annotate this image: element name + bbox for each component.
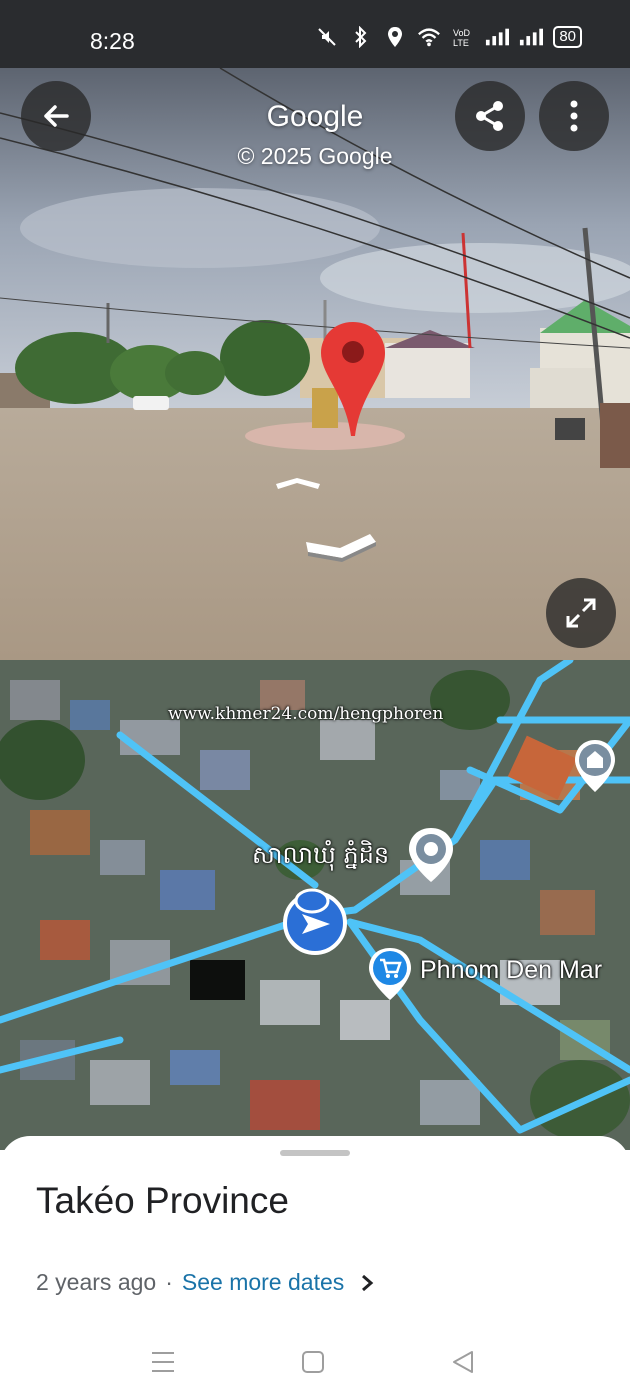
capture-age: 2 years ago xyxy=(36,1269,157,1295)
temple-marker-icon[interactable] xyxy=(572,738,618,794)
see-more-dates-link[interactable]: See more dates xyxy=(182,1269,344,1296)
wifi-icon xyxy=(417,26,441,48)
chevron-right-icon[interactable] xyxy=(360,1273,374,1293)
place-title: Takéo Province xyxy=(36,1180,289,1221)
capture-date-row: 2 years ago · See more dates xyxy=(36,1269,374,1296)
system-nav-bar xyxy=(0,1336,630,1400)
location-pin-icon xyxy=(321,322,385,436)
home-square-icon[interactable] xyxy=(301,1350,325,1374)
place-marker-icon[interactable] xyxy=(406,826,456,884)
status-time: 8:28 xyxy=(90,28,135,54)
street-view-copyright: © 2025 Google xyxy=(237,143,393,169)
place-bottom-sheet[interactable]: Takéo Province 2 years ago · See more da… xyxy=(0,1136,630,1400)
mute-icon xyxy=(315,26,339,48)
street-view-title: Google xyxy=(266,100,364,133)
map-place-label: សាលាឃុំ ភ្នំដិន xyxy=(252,841,390,869)
svg-text:LTE: LTE xyxy=(453,38,469,48)
drag-handle[interactable] xyxy=(280,1150,350,1156)
expand-icon xyxy=(566,598,596,628)
satellite-map[interactable]: www.khmer24.com/hengphoren សាលាឃុំ ភ្នំដ… xyxy=(0,660,630,1150)
current-location-icon[interactable] xyxy=(280,886,350,956)
svg-text:VoD: VoD xyxy=(453,28,471,38)
meta-separator: · xyxy=(165,1269,173,1295)
location-icon xyxy=(383,26,407,48)
map-market-label: Phnom Den Mar xyxy=(420,956,603,984)
signal-icon xyxy=(485,26,510,48)
map-watermark: www.khmer24.com/hengphoren xyxy=(168,704,444,724)
menu-icon[interactable] xyxy=(150,1350,176,1374)
battery-level: 80 xyxy=(559,28,576,45)
fullscreen-button[interactable] xyxy=(546,578,616,648)
signal-icon xyxy=(519,26,544,48)
battery-icon: 80 xyxy=(553,26,582,48)
bluetooth-icon xyxy=(349,26,373,48)
volte-icon: VoD LTE xyxy=(451,26,475,48)
back-triangle-icon[interactable] xyxy=(451,1350,475,1374)
shopping-cart-marker-icon[interactable] xyxy=(366,946,414,1002)
status-bar: 8:28 VoD LTE 80 xyxy=(0,0,630,68)
